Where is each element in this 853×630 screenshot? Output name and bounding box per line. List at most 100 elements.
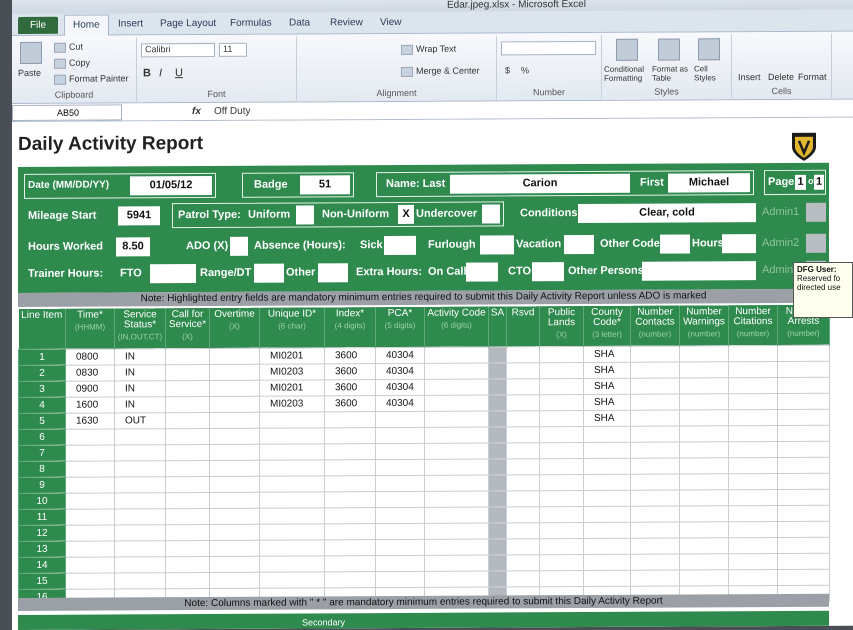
table-cell[interactable] — [728, 408, 778, 426]
tab-formulas[interactable]: Formulas — [230, 18, 272, 29]
table-cell[interactable] — [777, 520, 830, 537]
tab-home[interactable]: Home — [64, 14, 109, 37]
table-cell[interactable] — [539, 426, 584, 443]
table-cell[interactable] — [259, 539, 325, 556]
other-field[interactable] — [318, 263, 348, 283]
table-cell[interactable] — [375, 410, 425, 428]
table-cell[interactable] — [777, 504, 830, 521]
table-cell[interactable] — [375, 442, 425, 460]
of-field[interactable]: 1 — [814, 174, 824, 190]
table-cell[interactable] — [728, 456, 778, 474]
table-cell[interactable] — [777, 568, 830, 585]
table-cell[interactable] — [506, 378, 540, 395]
table-cell[interactable] — [424, 458, 489, 475]
table-cell[interactable] — [209, 411, 260, 428]
table-cell[interactable] — [165, 539, 210, 557]
table-cell[interactable] — [259, 555, 325, 572]
table-cell[interactable] — [114, 572, 166, 589]
table-cell[interactable] — [488, 538, 507, 555]
table-cell[interactable] — [375, 426, 425, 444]
table-cell[interactable]: IN — [114, 380, 166, 397]
table-cell[interactable] — [679, 393, 729, 410]
table-cell[interactable]: 0900 — [65, 380, 115, 397]
table-cell[interactable]: SHA — [583, 377, 631, 395]
table-cell[interactable] — [630, 489, 680, 506]
table-cell[interactable] — [728, 424, 778, 442]
table-cell[interactable] — [209, 507, 260, 524]
table-cell[interactable] — [165, 475, 210, 493]
table-cell[interactable] — [209, 379, 260, 396]
table-cell[interactable] — [375, 570, 425, 588]
table-cell[interactable] — [679, 457, 729, 474]
table-cell[interactable]: 1630 — [65, 412, 115, 429]
table-cell[interactable] — [679, 553, 729, 570]
table-cell[interactable]: 3600 — [324, 395, 376, 412]
table-cell[interactable] — [539, 410, 584, 427]
table-cell[interactable] — [777, 360, 830, 377]
table-cell[interactable] — [506, 506, 540, 523]
conditional-formatting-icon[interactable] — [616, 38, 638, 61]
table-cell[interactable] — [324, 459, 376, 476]
table-cell[interactable] — [777, 488, 830, 505]
format-painter-button[interactable]: Format Painter — [54, 73, 129, 85]
table-cell[interactable] — [506, 538, 540, 555]
table-cell[interactable]: 0800 — [65, 348, 115, 365]
table-cell[interactable] — [324, 571, 376, 588]
table-cell[interactable] — [630, 569, 680, 586]
table-cell[interactable] — [539, 474, 584, 491]
table-cell[interactable] — [259, 475, 325, 492]
table-cell[interactable] — [424, 506, 489, 523]
fto-field[interactable] — [150, 264, 196, 284]
table-cell[interactable] — [488, 570, 507, 587]
format-as-table-button[interactable]: Format as Table — [652, 64, 690, 82]
table-cell[interactable]: MI0203 — [259, 395, 325, 412]
table-cell[interactable] — [679, 409, 729, 426]
table-cell[interactable] — [259, 507, 325, 524]
table-cell[interactable] — [324, 507, 376, 524]
table-cell[interactable] — [630, 457, 680, 474]
italic-button[interactable]: I — [159, 67, 162, 79]
table-cell[interactable] — [539, 458, 584, 475]
first-name-field[interactable]: Michael — [668, 173, 750, 193]
hours-worked-field[interactable]: 8.50 — [116, 237, 150, 257]
tab-page-layout[interactable]: Page Layout — [160, 18, 216, 29]
table-cell[interactable] — [583, 489, 631, 507]
table-cell[interactable] — [324, 555, 376, 572]
table-cell[interactable] — [679, 505, 729, 522]
on-call-field[interactable] — [466, 262, 498, 282]
table-cell[interactable] — [65, 508, 115, 525]
table-cell[interactable] — [539, 506, 584, 523]
table-cell[interactable] — [324, 539, 376, 556]
table-cell[interactable] — [209, 571, 260, 588]
table-cell[interactable] — [209, 347, 260, 364]
furlough-field[interactable] — [480, 235, 514, 255]
font-size-select[interactable]: 11 — [219, 42, 247, 57]
table-cell[interactable] — [65, 556, 115, 573]
name-box[interactable]: AB50 — [12, 104, 122, 121]
table-cell[interactable] — [488, 378, 507, 395]
table-cell[interactable] — [65, 428, 115, 445]
table-cell[interactable] — [488, 362, 507, 379]
table-cell[interactable] — [488, 426, 507, 443]
table-cell[interactable] — [679, 537, 729, 554]
table-cell[interactable] — [424, 378, 489, 395]
table-cell[interactable] — [777, 424, 830, 441]
table-cell[interactable]: IN — [114, 348, 166, 365]
table-cell[interactable]: 3600 — [324, 379, 376, 396]
table-cell[interactable] — [165, 427, 210, 445]
table-cell[interactable] — [165, 459, 210, 477]
table-cell[interactable] — [424, 442, 489, 459]
table-cell[interactable]: 40304 — [375, 394, 425, 412]
table-cell[interactable] — [165, 571, 210, 589]
table-cell[interactable] — [583, 537, 631, 555]
table-cell[interactable] — [259, 411, 325, 428]
table-cell[interactable] — [424, 554, 489, 571]
formula-input[interactable]: Off Duty — [214, 106, 251, 117]
table-cell[interactable] — [506, 394, 540, 411]
table-cell[interactable] — [424, 346, 489, 363]
table-cell[interactable]: IN — [114, 396, 166, 413]
bold-button[interactable]: B — [143, 67, 151, 79]
table-cell[interactable] — [209, 443, 260, 460]
range-dt-field[interactable] — [254, 263, 284, 283]
mileage-field[interactable]: 5941 — [118, 206, 160, 226]
